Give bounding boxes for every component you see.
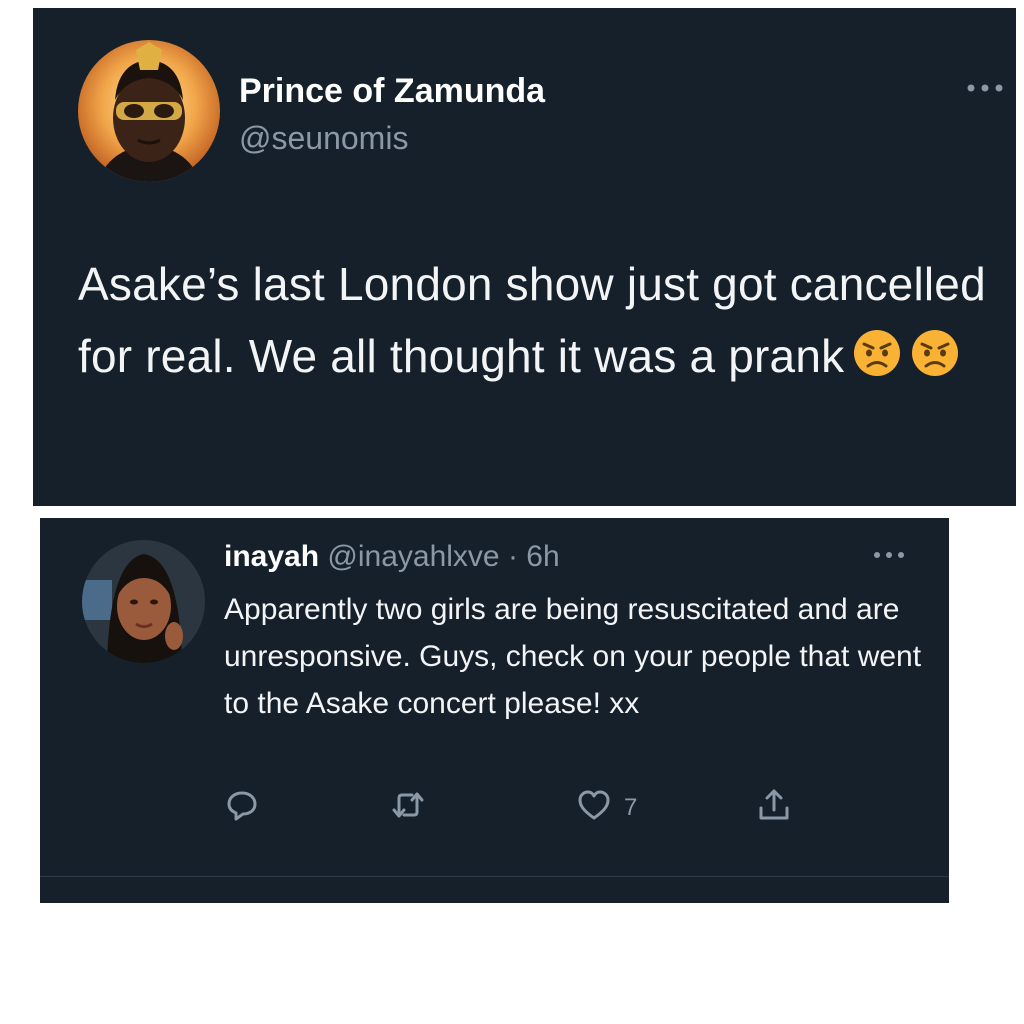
inayah-avatar[interactable] (82, 540, 205, 663)
reply-handle[interactable]: @inayahlxve (327, 540, 499, 573)
share-icon (756, 787, 792, 830)
like-count: 7 (624, 794, 638, 821)
reply-header: inayah @inayahlxve · 6h (224, 540, 560, 574)
prince-avatar[interactable] (78, 40, 220, 182)
reply-display-name[interactable]: inayah (224, 540, 319, 573)
tweet-actions-bar: 7 (224, 788, 824, 828)
retweet-icon (390, 787, 426, 830)
heart-icon (576, 787, 612, 830)
retweet-button[interactable] (390, 788, 426, 828)
tweet-text-content: Asake’s last London show just got cancel… (78, 258, 986, 382)
display-name[interactable]: Prince of Zamunda (239, 72, 545, 111)
tweet-text: Asake’s last London show just got cancel… (78, 248, 993, 392)
reply-more-options-icon[interactable] (870, 546, 908, 564)
reply-button[interactable] (224, 788, 260, 828)
reply-icon (224, 787, 260, 830)
reply-timestamp[interactable]: 6h (526, 540, 559, 573)
share-button[interactable] (756, 788, 792, 828)
reply-tweet-card[interactable]: inayah @inayahlxve · 6h Apparently two g… (40, 518, 949, 903)
tweet-divider (40, 876, 949, 877)
angry-face-emoji (910, 326, 960, 376)
reply-separator: · (499, 540, 527, 573)
user-handle[interactable]: @seunomis (239, 120, 408, 157)
angry-face-emoji (852, 326, 902, 376)
reply-text: Apparently two girls are being resuscita… (224, 593, 922, 720)
like-button[interactable]: 7 (576, 788, 637, 828)
main-tweet-card[interactable]: Prince of Zamunda @seunomis Asake’s last… (33, 8, 1016, 506)
more-options-icon[interactable] (963, 78, 1007, 98)
